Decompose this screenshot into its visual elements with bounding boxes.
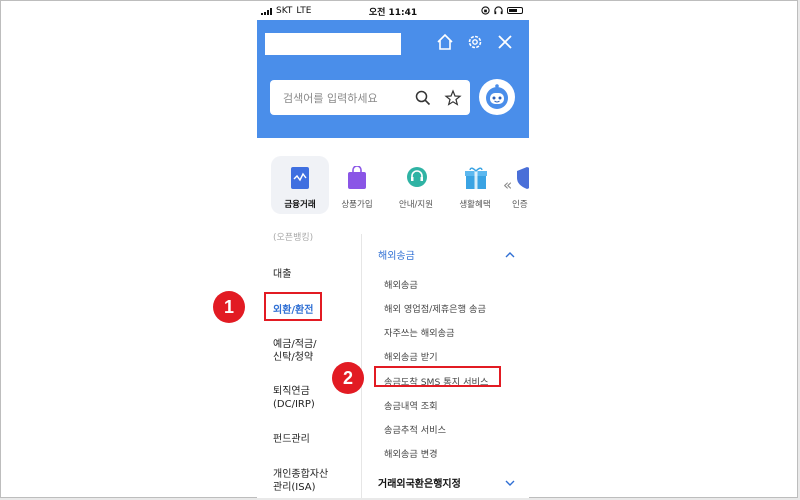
battery-icon bbox=[507, 7, 523, 14]
chevron-down-icon[interactable] bbox=[504, 478, 516, 488]
left-menu-item-deposit[interactable]: 예금/적금/ 신탁/청약 bbox=[273, 338, 317, 364]
left-menu-item-pension[interactable]: 퇴직연금 (DC/IRP) bbox=[273, 385, 315, 411]
shopping-bag-icon bbox=[348, 166, 366, 189]
submenu-item[interactable]: 해외송금 bbox=[384, 277, 418, 291]
category-support[interactable]: 안내/지원 bbox=[387, 156, 445, 214]
category-benefits[interactable]: 생활혜택 bbox=[446, 156, 504, 214]
headphones-icon bbox=[494, 6, 503, 15]
category-auth[interactable]: 인증 bbox=[504, 156, 529, 214]
left-menu-item-loan[interactable]: 대출 bbox=[273, 268, 291, 281]
submenu-item[interactable]: 자주쓰는 해외송금 bbox=[384, 325, 455, 339]
robot-icon bbox=[486, 84, 508, 109]
shield-icon bbox=[517, 167, 529, 189]
search-icon[interactable] bbox=[414, 89, 432, 107]
close-icon[interactable] bbox=[495, 32, 515, 52]
search-input[interactable]: 검색어를 입력하세요 bbox=[283, 90, 378, 106]
gift-icon bbox=[465, 167, 487, 189]
gear-icon[interactable] bbox=[465, 32, 485, 52]
app-header: 검색어를 입력하세요 bbox=[257, 20, 529, 138]
phone-screen: SKT LTE 오전 11:41 검색어를 입력하세요 금융거래 상품가입 안내… bbox=[257, 2, 529, 498]
submenu-item[interactable]: 송금내역 조회 bbox=[384, 398, 438, 412]
category-products[interactable]: 상품가입 bbox=[328, 156, 386, 214]
left-menu-item-fund[interactable]: 펀드관리 bbox=[273, 433, 310, 446]
category-finance[interactable]: 금융거래 bbox=[271, 156, 329, 214]
finance-card-icon bbox=[291, 167, 309, 189]
submenu-item[interactable]: 해외송금 변경 bbox=[384, 446, 438, 460]
submenu-item[interactable]: 송금추적 서비스 bbox=[384, 422, 446, 436]
chevron-up-icon[interactable] bbox=[504, 250, 516, 260]
headset-icon bbox=[407, 167, 427, 187]
section-title[interactable]: 해외송금 bbox=[378, 247, 415, 262]
header-title-box bbox=[265, 33, 401, 55]
submenu-item[interactable]: 해외 영업점/제휴은행 송금 bbox=[384, 301, 486, 315]
submenu-item[interactable]: 해외송금 받기 bbox=[384, 349, 438, 363]
category-bar: 금융거래 상품가입 안내/지원 생활혜택 « 인증 bbox=[257, 138, 529, 235]
chatbot-button[interactable] bbox=[479, 79, 515, 115]
left-menu-item-partial[interactable]: (오픈뱅킹) bbox=[273, 232, 313, 245]
search-bar[interactable]: 검색어를 입력하세요 bbox=[270, 80, 470, 115]
step-badge-1: 1 bbox=[213, 291, 245, 323]
next-section-title[interactable]: 거래외국환은행지정 bbox=[378, 475, 461, 490]
step-badge-2: 2 bbox=[332, 362, 364, 394]
highlight-box-fx bbox=[264, 292, 322, 321]
star-icon[interactable] bbox=[444, 89, 462, 107]
category-label: 생활혜택 bbox=[459, 200, 491, 210]
category-label: 인증 bbox=[512, 200, 528, 210]
highlight-box-sms bbox=[374, 366, 501, 387]
status-bar: SKT LTE 오전 11:41 bbox=[257, 2, 529, 20]
lock-rotation-icon bbox=[481, 6, 490, 15]
home-icon[interactable] bbox=[435, 32, 455, 52]
left-menu-item-isa[interactable]: 개인종합자산 관리(ISA) bbox=[273, 468, 328, 494]
